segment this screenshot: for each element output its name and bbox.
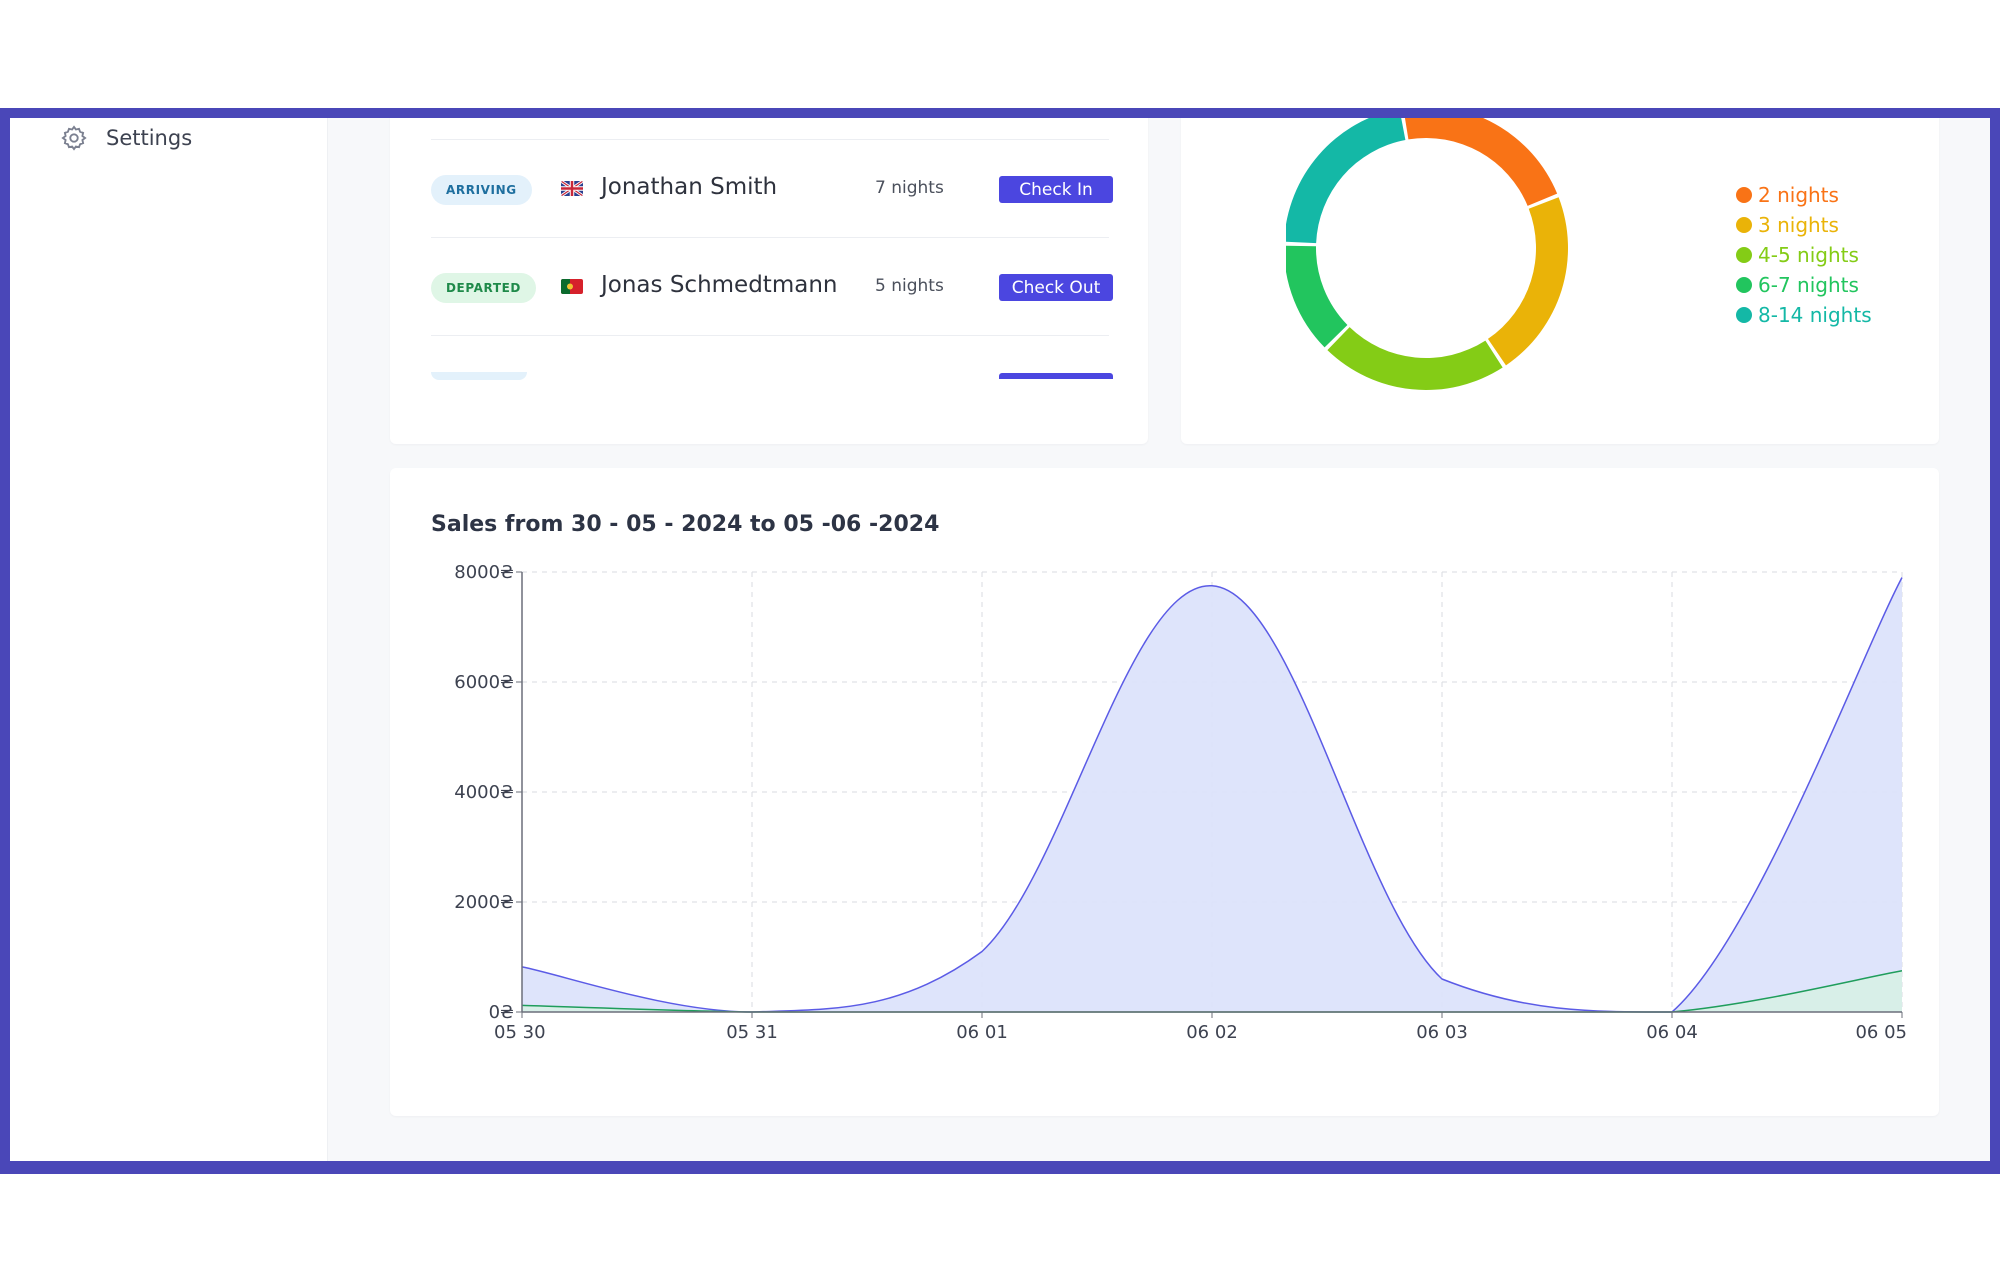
y-tick-label: 4000₴ <box>454 782 514 803</box>
legend-label: 3 nights <box>1758 213 1839 237</box>
sidebar-item-label: Settings <box>106 126 193 150</box>
sales-area-chart: 0₴ 2000₴ 4000₴ 6000₴ 8000₴ 05 30 05 31 06 01 06 … <box>454 562 1907 1043</box>
donut-slice-8-14-nights[interactable] <box>1286 118 1406 244</box>
legend-label: 8-14 nights <box>1758 303 1872 327</box>
legend-item[interactable]: 6-7 nights <box>1736 270 1872 300</box>
app-content: Settings ARRIVING Jonathan Smith 7 night… <box>10 118 1990 1161</box>
action-button[interactable] <box>999 373 1113 379</box>
guest-name: Jonathan Smith <box>601 174 778 200</box>
pt-flag-icon <box>561 279 583 294</box>
legend-item[interactable]: 2 nights <box>1736 180 1872 210</box>
x-tick-label: 06 05 <box>1855 1022 1907 1043</box>
legend-dot <box>1736 247 1752 263</box>
legend-item[interactable]: 3 nights <box>1736 210 1872 240</box>
series-area-1 <box>522 577 1902 1012</box>
donut-chart <box>1286 118 1568 390</box>
legend-dot <box>1736 187 1752 203</box>
donut-slice-3-nights[interactable] <box>1487 197 1568 366</box>
legend-item[interactable]: 8-14 nights <box>1736 300 1872 330</box>
stay-duration-card: 2 nights 3 nights 4-5 nights 6-7 nights 8-14… <box>1181 118 1939 444</box>
x-tick-label: 05 31 <box>726 1022 778 1043</box>
x-tick-label: 06 04 <box>1646 1022 1698 1043</box>
sales-card: Sales from 30 - 05 - 2024 to 05 -06 -202… <box>390 468 1939 1116</box>
y-tick-label: 8000₴ <box>454 562 514 583</box>
app-frame: Settings ARRIVING Jonathan Smith 7 night… <box>0 108 2000 1174</box>
legend-label: 4-5 nights <box>1758 243 1859 267</box>
legend-item[interactable]: 4-5 nights <box>1736 240 1872 270</box>
status-badge: DEPARTED <box>431 273 536 303</box>
sidebar-item-settings[interactable]: Settings <box>60 118 192 158</box>
status-badge <box>431 372 527 380</box>
x-tick-label: 06 01 <box>956 1022 1008 1043</box>
y-tick-label: 0₴ <box>489 1002 514 1023</box>
legend-label: 6-7 nights <box>1758 273 1859 297</box>
guest-row <box>431 335 1113 434</box>
sidebar: Settings <box>10 118 328 1161</box>
status-badge: ARRIVING <box>431 175 532 205</box>
gear-icon <box>60 124 88 152</box>
x-tick-label: 06 02 <box>1186 1022 1238 1043</box>
donut-slice-4-5-nights[interactable] <box>1327 327 1503 390</box>
x-tick-label: 06 03 <box>1416 1022 1468 1043</box>
gb-flag-icon <box>561 181 583 196</box>
check-in-button[interactable]: Check In <box>999 176 1113 203</box>
guest-row: ARRIVING Jonathan Smith 7 nights Check I… <box>431 139 1113 238</box>
legend-dot <box>1736 217 1752 233</box>
donut-slice-6-7-nights[interactable] <box>1286 245 1348 348</box>
guest-name: Jonas Schmedtmann <box>601 272 838 298</box>
legend-dot <box>1736 307 1752 323</box>
legend-dot <box>1736 277 1752 293</box>
nights-count: 5 nights <box>875 276 944 296</box>
y-tick-label: 6000₴ <box>454 672 514 693</box>
donut-slice-2-nights[interactable] <box>1403 118 1558 206</box>
guest-row: DEPARTED Jonas Schmedtmann 5 nights Chec… <box>431 237 1113 336</box>
today-activity-card: ARRIVING Jonathan Smith 7 nights Check I… <box>390 118 1148 444</box>
legend-label: 2 nights <box>1758 183 1839 207</box>
nights-count: 7 nights <box>875 178 944 198</box>
x-tick-label: 05 30 <box>494 1022 546 1043</box>
y-tick-label: 2000₴ <box>454 892 514 913</box>
check-out-button[interactable]: Check Out <box>999 274 1113 301</box>
chart-legend: 2 nights 3 nights 4-5 nights 6-7 nights 8-14… <box>1736 180 1872 330</box>
